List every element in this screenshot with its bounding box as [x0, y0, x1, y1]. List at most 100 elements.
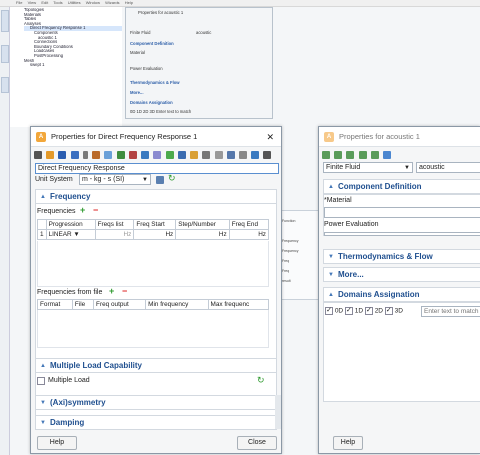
chart-icon[interactable]: [238, 151, 247, 159]
tool-icon[interactable]: [346, 151, 355, 159]
remove-icon[interactable]: −: [122, 286, 127, 296]
menu-wizards[interactable]: Wizards: [105, 0, 119, 5]
scrollbar[interactable]: [275, 395, 281, 429]
tree-item[interactable]: swept 1: [24, 63, 122, 68]
chart-icon[interactable]: [263, 151, 272, 159]
units-icon[interactable]: [156, 176, 164, 184]
name-field[interactable]: acoustic: [196, 30, 211, 35]
name-input[interactable]: acoustic: [416, 162, 480, 173]
section-header[interactable]: More...: [130, 90, 144, 95]
checkbox-0d[interactable]: ✓: [325, 307, 333, 315]
help-button[interactable]: Help: [333, 436, 363, 450]
menu-utilities[interactable]: Utilities: [68, 0, 81, 5]
chart-icon[interactable]: [165, 151, 174, 159]
domain-filter-input[interactable]: [421, 306, 480, 317]
checkbox-1d[interactable]: ✓: [344, 307, 353, 315]
col-header: Freqs list: [94, 219, 135, 230]
background-properties-dialog: Properties for acoustic 1 Finite Fluid a…: [125, 7, 273, 119]
power-evaluation-field[interactable]: [324, 232, 480, 236]
tool-icon[interactable]: [334, 151, 343, 159]
col-header: Freq End: [228, 219, 270, 230]
add-icon[interactable]: +: [80, 205, 85, 215]
add-icon[interactable]: +: [109, 286, 114, 296]
chart-icon[interactable]: [128, 151, 137, 159]
domains-assignation-section-header[interactable]: ▲ Domains Assignation: [323, 287, 480, 302]
step-number-cell[interactable]: Hz: [175, 229, 230, 240]
chevron-down-icon: ▼: [404, 165, 410, 171]
name-input[interactable]: Direct Frequency Response: [35, 163, 279, 174]
chart-icon[interactable]: [190, 151, 199, 159]
col-header: Min frequency: [145, 299, 209, 310]
section-header[interactable]: Component Definition: [130, 41, 174, 46]
chart-icon[interactable]: [251, 151, 260, 159]
axisymmetry-section-header[interactable]: ▼ (Axi)symmetry: [35, 395, 277, 410]
freqs-list-cell[interactable]: Hz: [94, 229, 135, 240]
dim-label: 1D: [354, 307, 364, 315]
expand-icon: ▼: [328, 254, 334, 260]
refresh-icon[interactable]: [70, 151, 79, 159]
col-header: Progression: [45, 219, 96, 230]
freq-start-cell[interactable]: Hz: [133, 229, 177, 240]
menu-tools[interactable]: Tools: [53, 0, 62, 5]
side-tab[interactable]: [1, 77, 9, 93]
chart-icon[interactable]: [177, 151, 186, 159]
type-select[interactable]: Finite Fluid ▼: [323, 162, 413, 173]
close-button[interactable]: Close: [237, 436, 277, 450]
more-section-header[interactable]: ▼ More...: [323, 267, 480, 282]
collapse-icon: ▲: [40, 194, 46, 200]
collapse-icon: ▲: [40, 363, 46, 369]
dialog-title: Properties for acoustic 1: [138, 10, 184, 15]
settings-icon[interactable]: [46, 151, 55, 159]
chart-icon[interactable]: [226, 151, 235, 159]
section-header[interactable]: Domains Assignation: [130, 100, 173, 105]
tool-icon[interactable]: [370, 151, 379, 159]
side-tab[interactable]: [1, 45, 9, 63]
close-icon[interactable]: ✕: [266, 127, 274, 146]
menu-window[interactable]: Window: [86, 0, 100, 5]
chart-icon[interactable]: [104, 151, 113, 159]
refresh-icon[interactable]: ↻: [168, 173, 176, 184]
refresh-icon[interactable]: ↻: [257, 375, 265, 386]
tool-icon[interactable]: [322, 151, 330, 159]
menu-view[interactable]: View: [28, 0, 37, 5]
unit-system-select[interactable]: m - kg - s (SI) ▼: [79, 174, 151, 185]
tool-icon[interactable]: [383, 151, 392, 159]
properties-dialog-direct-frequency-response: A Properties for Direct Frequency Respon…: [30, 126, 282, 454]
checkbox-3d[interactable]: ✓: [384, 307, 393, 315]
chart-icon[interactable]: [202, 151, 211, 159]
frequencies-file-table: Format File Freq output Min frequency Ma…: [37, 299, 270, 310]
dim-label: 3D: [394, 307, 403, 315]
chart-icon[interactable]: [214, 151, 223, 159]
section-title: (Axi)symmetry: [50, 398, 106, 407]
help-button[interactable]: Help: [37, 436, 77, 450]
multiple-load-section-header[interactable]: ▲ Multiple Load Capability: [35, 358, 277, 373]
section-header[interactable]: Thermodynamics & Flow: [130, 80, 180, 85]
menu-help[interactable]: Help: [125, 0, 133, 5]
remove-icon[interactable]: −: [93, 205, 98, 215]
dialog-titlebar: A Properties for Direct Frequency Respon…: [31, 127, 281, 147]
component-definition-section-header[interactable]: ▲ Component Definition: [323, 179, 480, 194]
side-tab[interactable]: [1, 10, 9, 32]
menu-edit[interactable]: Edit: [41, 0, 48, 5]
chart-icon[interactable]: [92, 151, 101, 159]
domains-panel: [323, 302, 480, 402]
chart-icon[interactable]: [141, 151, 150, 159]
print-icon[interactable]: [34, 151, 42, 159]
col-header: Max frequenc: [207, 299, 270, 310]
chart-icon[interactable]: [116, 151, 125, 159]
frequency-section-header[interactable]: ▲ Frequency: [35, 189, 277, 204]
menu-file[interactable]: File: [16, 0, 22, 5]
dims-row[interactable]: 0D 1D 2D 3D Enter text to match: [130, 109, 191, 114]
chart-icon[interactable]: [153, 151, 162, 159]
damping-section-header[interactable]: ▼ Damping: [35, 415, 277, 430]
checkbox-2d[interactable]: ✓: [364, 307, 373, 315]
tool-icon[interactable]: [358, 151, 367, 159]
freq-end-cell[interactable]: Hz: [228, 229, 270, 240]
progression-select[interactable]: LINEAR ▼: [45, 229, 96, 240]
save-icon[interactable]: [58, 151, 67, 159]
type-field[interactable]: Finite Fluid: [130, 30, 150, 35]
thermodynamics-section-header[interactable]: ▼ Thermodynamics & Flow: [323, 249, 480, 264]
dimension-filters: ✓ 0D ✓ 1D ✓ 2D ✓ 3D: [325, 307, 403, 315]
material-select[interactable]: [324, 207, 480, 218]
multiple-load-checkbox[interactable]: [37, 377, 45, 385]
